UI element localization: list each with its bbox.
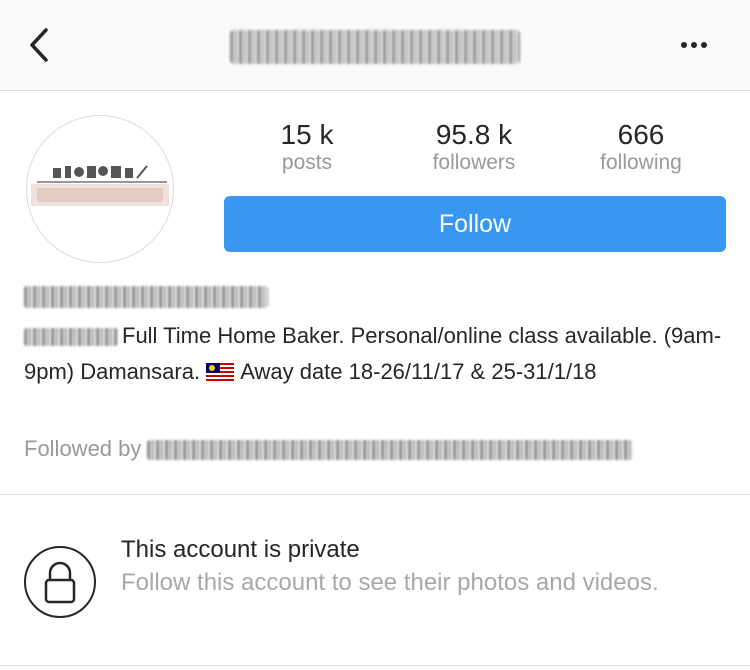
stat-posts: 15 k posts xyxy=(232,118,382,174)
full-name-redacted xyxy=(24,286,268,308)
back-button[interactable] xyxy=(20,22,60,68)
stat-followers[interactable]: 95.8 k followers xyxy=(399,118,549,174)
lock-badge xyxy=(24,546,96,618)
followed-by-label: Followed by xyxy=(24,436,142,461)
profile-avatar[interactable] xyxy=(26,115,174,263)
private-account-title: This account is private xyxy=(121,536,360,563)
follow-button[interactable]: Follow xyxy=(224,196,726,252)
top-nav-bar xyxy=(0,0,750,91)
bio-away-dates: Away date 18-26/11/17 & 25-31/1/18 xyxy=(240,359,597,384)
following-label: following xyxy=(600,151,682,174)
profile-bio: Full Time Home Baker. Personal/online cl… xyxy=(24,318,734,390)
posts-count: 15 k xyxy=(280,119,334,150)
lock-icon xyxy=(44,561,76,604)
following-count: 666 xyxy=(617,119,665,150)
bakery-logo-icon xyxy=(31,165,169,206)
followers-label: followers xyxy=(432,151,516,174)
stat-following[interactable]: 666 following xyxy=(566,118,716,174)
section-divider xyxy=(0,494,750,495)
followed-by-names-redacted xyxy=(147,440,634,461)
bio-redacted-prefix xyxy=(24,328,118,347)
chevron-left-icon xyxy=(30,28,48,62)
username-redacted xyxy=(230,30,520,64)
posts-label: posts xyxy=(281,151,333,174)
malaysia-flag-icon xyxy=(206,363,235,381)
bottom-divider xyxy=(0,665,750,666)
more-options-button[interactable] xyxy=(672,30,716,60)
more-horizontal-icon xyxy=(681,42,707,48)
followed-by[interactable]: Followed by xyxy=(24,436,634,462)
followers-count: 95.8 k xyxy=(435,119,513,150)
private-account-subtitle: Follow this account to see their photos … xyxy=(121,569,659,596)
